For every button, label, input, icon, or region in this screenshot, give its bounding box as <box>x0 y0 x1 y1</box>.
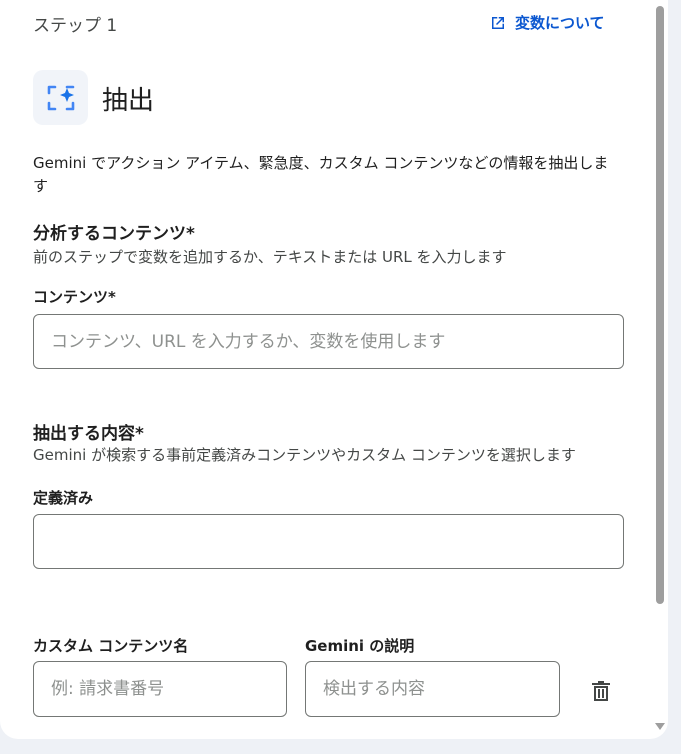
predefined-field-label: 定義済み <box>33 489 94 507</box>
custom-content-name-input[interactable] <box>33 661 287 717</box>
analyze-section-subtitle: 前のステップで変数を追加するか、テキストまたは URL を入力します <box>33 248 507 266</box>
content-field-label: コンテンツ* <box>33 288 116 306</box>
content-input[interactable] <box>33 314 624 369</box>
open-in-new-icon <box>489 14 507 32</box>
trash-icon <box>590 679 612 707</box>
gemini-description-label: Gemini の説明 <box>305 637 415 655</box>
gemini-description-input[interactable] <box>305 661 560 717</box>
predefined-input[interactable] <box>33 514 624 569</box>
extract-step-panel: ステップ 1 変数について 抽出 Gemini でアクション アイテム、緊急度、… <box>0 0 668 739</box>
about-variables-link[interactable]: 変数について <box>489 12 605 33</box>
custom-content-name-label: カスタム コンテンツ名 <box>33 637 189 655</box>
extract-section-subtitle: Gemini が検索する事前定義済みコンテンツやカスタム コンテンツを選択します <box>33 446 576 464</box>
scroll-down-arrow-icon[interactable] <box>655 723 665 730</box>
page-title: 抽出 <box>102 86 155 116</box>
step-label: ステップ 1 <box>33 16 118 36</box>
vertical-scrollbar[interactable] <box>652 0 668 739</box>
extract-section-title: 抽出する内容* <box>33 424 144 444</box>
extract-sparkle-icon <box>33 70 88 125</box>
about-variables-label: 変数について <box>515 14 605 32</box>
analyze-section-title: 分析するコンテンツ* <box>33 224 195 244</box>
scrollbar-thumb[interactable] <box>656 6 664 604</box>
delete-custom-content-button[interactable] <box>588 680 614 706</box>
step-description: Gemini でアクション アイテム、緊急度、カスタム コンテンツなどの情報を抽… <box>33 154 609 195</box>
